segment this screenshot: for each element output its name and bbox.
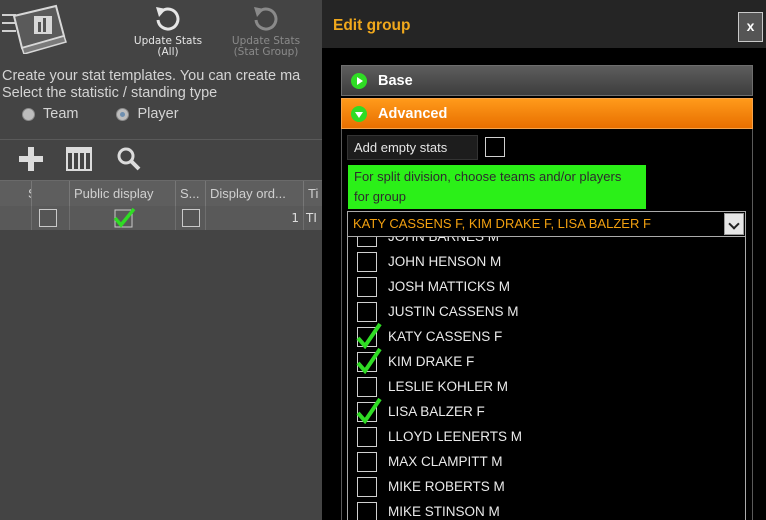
player-name: LLOYD LEENERTS M <box>388 429 523 444</box>
check-icon <box>356 397 382 424</box>
radio-team-label: Team <box>43 106 79 122</box>
player-name: JOSH MATTICKS M <box>388 279 511 294</box>
row-display-order: 1 <box>206 206 304 230</box>
col-header-sel[interactable]: Sel... <box>0 181 32 206</box>
player-name: LISA BALZER F <box>388 404 485 419</box>
player-checkbox[interactable] <box>356 322 382 349</box>
check-icon <box>356 347 382 374</box>
selected-players-value: KATY CASSENS F, KIM DRAKE F, LISA BALZER… <box>353 216 651 231</box>
expand-icon <box>351 72 367 89</box>
list-item[interactable]: LISA BALZER F <box>348 397 745 425</box>
collapse-icon <box>351 105 367 122</box>
add-empty-stats-checkbox[interactable] <box>485 137 505 157</box>
player-checkbox[interactable] <box>357 302 377 322</box>
list-item[interactable]: MIKE STINSON M <box>348 500 745 520</box>
section-base[interactable]: Base <box>341 65 753 96</box>
player-checkbox[interactable] <box>357 427 377 447</box>
player-name: KATY CASSENS F <box>388 329 503 344</box>
col-header-ti[interactable]: Ti <box>304 181 322 206</box>
dialog-title: Edit group <box>333 17 411 34</box>
edit-group-dialog: Edit group x Base Advanced Add empty sta… <box>322 0 766 520</box>
select-type-text: Select the statistic / standing type <box>2 85 218 101</box>
type-radio-group: Team Player <box>22 106 179 122</box>
list-item[interactable]: MIKE ROBERTS M <box>348 475 745 500</box>
player-name: JUSTIN CASSENS M <box>388 304 519 319</box>
col-header-display-order[interactable]: Display ord... <box>206 181 304 206</box>
list-item[interactable]: JOSH MATTICKS M <box>348 275 745 300</box>
section-advanced-label: Advanced <box>378 105 448 122</box>
update-stats-all-button[interactable]: Update Stats (All) <box>128 4 208 58</box>
player-checkbox[interactable] <box>357 252 377 272</box>
section-advanced[interactable]: Advanced <box>341 98 753 129</box>
add-empty-stats-label: Add empty stats <box>347 135 478 160</box>
player-checkbox[interactable] <box>357 277 377 297</box>
list-item[interactable]: JOHN HENSON M <box>348 250 745 275</box>
columns-icon[interactable] <box>66 146 92 172</box>
player-name: MIKE STINSON M <box>388 504 500 519</box>
player-checkbox[interactable] <box>357 502 377 520</box>
grid-header: Sel... Public display S... Display ord..… <box>0 180 322 206</box>
list-item[interactable]: MAX CLAMPITT M <box>348 450 745 475</box>
row-trailing: TI <box>306 211 317 225</box>
section-base-label: Base <box>378 72 413 89</box>
table-row[interactable]: 1 TI <box>0 206 322 230</box>
player-checkbox[interactable] <box>356 397 382 424</box>
list-item[interactable]: KIM DRAKE F <box>348 347 745 375</box>
col-header-s[interactable]: S... <box>176 181 206 206</box>
player-name: MAX CLAMPITT M <box>388 454 503 469</box>
dialog-header: Edit group x <box>322 0 766 48</box>
radio-team[interactable] <box>22 107 35 121</box>
player-name: JOHN BARNES M <box>388 237 499 244</box>
list-item[interactable]: LESLIE KOHLER M <box>348 375 745 400</box>
col-header-sel-text[interactable] <box>32 181 70 206</box>
row-select-checkbox[interactable] <box>39 209 57 227</box>
player-name: MIKE ROBERTS M <box>388 479 505 494</box>
player-name: LESLIE KOHLER M <box>388 379 509 394</box>
divider <box>0 139 322 140</box>
app-logo-icon <box>12 4 67 54</box>
update-all-label-2: (All) <box>157 46 179 58</box>
list-item[interactable]: KATY CASSENS F <box>348 322 745 350</box>
refresh-icon <box>156 7 180 31</box>
search-icon[interactable] <box>116 146 142 172</box>
selected-players-dropdown[interactable]: KATY CASSENS F, KIM DRAKE F, LISA BALZER… <box>347 211 746 237</box>
intro-text: Create your stat templates. You can crea… <box>2 68 301 84</box>
radio-player[interactable] <box>116 107 130 121</box>
player-name: JOHN HENSON M <box>388 254 502 269</box>
player-checkbox[interactable] <box>357 477 377 497</box>
list-item[interactable]: JOHN BARNES M <box>348 237 745 250</box>
player-name: KIM DRAKE F <box>388 354 475 369</box>
split-division-note: For split division, choose teams and/or … <box>348 165 646 209</box>
check-icon <box>356 322 382 349</box>
player-list[interactable]: JOHN BARNES M JOHN HENSON M JOSH MATTICKS … <box>347 237 746 520</box>
player-checkbox[interactable] <box>357 452 377 472</box>
player-checkbox[interactable] <box>357 377 377 397</box>
add-icon[interactable] <box>18 146 44 172</box>
col-header-public-display[interactable]: Public display <box>70 181 176 206</box>
row-s-checkbox[interactable] <box>182 209 200 227</box>
refresh-icon <box>254 7 278 31</box>
check-icon[interactable] <box>112 206 136 230</box>
player-checkbox[interactable] <box>356 347 382 374</box>
list-item[interactable]: JUSTIN CASSENS M <box>348 300 745 325</box>
radio-player-label: Player <box>137 106 179 122</box>
list-item[interactable]: LLOYD LEENERTS M <box>348 425 745 450</box>
player-checkbox[interactable] <box>357 237 377 247</box>
close-button[interactable]: x <box>738 12 763 42</box>
chevron-down-icon[interactable] <box>724 213 744 235</box>
update-group-label-2: (Stat Group) <box>233 46 299 58</box>
background-page: Update Stats (All) Update Stats (Stat Gr… <box>0 0 322 520</box>
update-stats-group-button[interactable]: Update Stats (Stat Group) <box>226 4 306 58</box>
